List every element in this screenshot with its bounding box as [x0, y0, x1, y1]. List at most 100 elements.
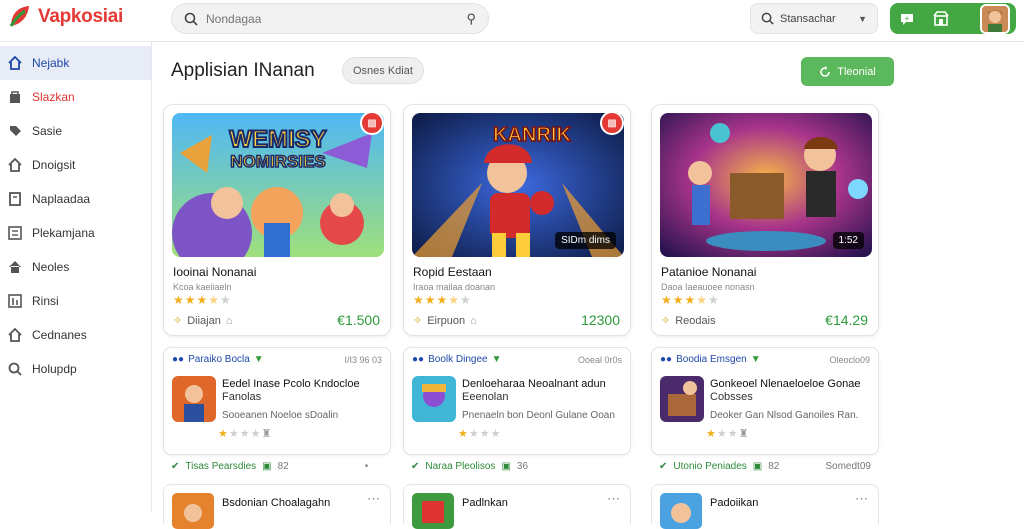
ticket-icon: ▩ — [607, 117, 617, 129]
group-icon: ●● — [412, 354, 425, 365]
footer-label: Naraa Pleolisos — [425, 461, 496, 472]
search-input[interactable] — [206, 11, 459, 26]
verified-icon: ▼ — [253, 354, 264, 365]
footer-label: Utonio Peniades — [673, 461, 747, 472]
list-item[interactable]: ●● Boolk Dingee ▼ Ooeal 0r0s Denloeharaa N… — [403, 347, 631, 455]
list-header-label: Paraiko Bocla — [188, 354, 250, 365]
sidebar-item-home[interactable]: Nejabk — [0, 46, 151, 80]
avatar[interactable] — [980, 3, 1010, 34]
sidebar-item-gifts[interactable]: Dnoigsit — [0, 148, 151, 182]
list-footer[interactable]: ✔ Naraa Pleolisos ▣ 36 — [411, 461, 528, 472]
app-price: €1.500 — [337, 312, 380, 328]
footer-label: Tisas Pearsdies — [185, 461, 257, 472]
sidebar-item-label: Rinsi — [32, 294, 59, 308]
list-item[interactable]: Padoiikan ⋯ — [651, 484, 879, 529]
list-meta: Ooeal 0r0s — [577, 355, 622, 365]
rating-stars: ★★★★ — [458, 428, 502, 440]
rating-stars: ★★★★★ — [173, 293, 232, 307]
search-bar[interactable]: ⚲ — [171, 3, 489, 34]
list-footer[interactable]: ✔ Utonio Peniades ▣ 82 Somedt09 — [659, 461, 871, 472]
store-icon — [933, 10, 949, 26]
featured-card[interactable]: WEMISY NOMIRSIES ▩ Iooinai Nonanai Kcoa … — [163, 104, 391, 336]
list-header-label: Boolk Dingee — [428, 354, 488, 365]
footer-count: 36 — [516, 461, 529, 472]
list-header: ●● Boodia Emsgen ▼ — [660, 354, 761, 365]
list-title-text: Gonkeoel Nlenaeloeloe Gonae — [710, 378, 861, 390]
app-thumbnail — [172, 493, 214, 529]
rating-stars: ★★★★♜ — [218, 428, 273, 440]
list-item[interactable]: ●● Boodia Emsgen ▼ Oleoclo09 Gonkeoel Nlen… — [651, 347, 879, 455]
sidebar-item-store[interactable]: Slazkan — [0, 80, 151, 114]
chat-button[interactable]: + — [896, 8, 918, 30]
sidebar-item-bookmarks[interactable]: Naplaadaa — [0, 182, 151, 216]
sidebar-item-label: Cednanes — [32, 328, 87, 342]
app-thumbnail — [172, 376, 216, 422]
voice-search-icon[interactable]: ⚲ — [466, 11, 476, 27]
list-item[interactable]: ●● Paraiko Bocla ▼ I/I3 96 03 Eedel Inase … — [163, 347, 391, 455]
settings-icon — [8, 328, 22, 342]
app-thumbnail — [412, 493, 454, 529]
group-icon: ●● — [172, 354, 185, 365]
hot-badge: ▩ — [360, 111, 384, 135]
list-title: Denloeharaa Neoalnant adun Eeenolan — [462, 378, 622, 404]
group-icon: ●● — [660, 354, 673, 365]
hot-badge: ▩ — [600, 111, 624, 135]
featured-card[interactable]: 1:52 Patanioe Nonanai Daoa Iaeauoee nona… — [651, 104, 879, 336]
store-button[interactable] — [930, 8, 952, 30]
list-item[interactable]: Bsdonian Choalagahn ⋯ — [163, 484, 391, 529]
search-icon — [761, 12, 774, 25]
developer: ✧ Diiajan ⌂ — [173, 314, 233, 328]
lock-icon: ⌂ — [470, 314, 477, 327]
app-logo[interactable]: Vapkosiai — [8, 4, 123, 30]
art-title: KANRIK — [493, 124, 571, 146]
list-item[interactable]: Padlnkan ⋯ — [403, 484, 631, 529]
svg-text:+: + — [905, 14, 910, 23]
list-title: Padlnkan — [462, 497, 508, 509]
more-options-icon[interactable]: ⋯ — [367, 491, 380, 507]
rating-stars: ★★★♜ — [706, 428, 750, 440]
list-title-sub: Eeenolan — [462, 391, 509, 403]
sidebar-item-label: Holupdp — [32, 362, 77, 376]
tag-icon — [8, 124, 22, 138]
duration-tag: 1:52 — [832, 232, 864, 249]
home-icon — [8, 56, 22, 70]
sidebar-item-list[interactable]: Plekamjana — [0, 216, 151, 250]
app-price: 12300 — [581, 312, 620, 328]
list-title-sub: Fanolas — [222, 391, 262, 403]
footer-meta: Somedt09 — [825, 461, 871, 472]
list-desc: Pnenaeln bon Deonl Gulane Ooan — [462, 410, 615, 421]
featured-card[interactable]: KANRIK SIDm dims ▩ Ropid Eestaan Iraoa m… — [403, 104, 631, 336]
check-icon: ✔ — [171, 461, 180, 472]
sidebar-item-help[interactable]: Holupdp — [0, 352, 151, 386]
chevron-down-icon: ▼ — [858, 13, 867, 24]
page-title: Applisian INanan — [171, 60, 315, 81]
list-title: Padoiikan — [710, 497, 759, 509]
more-options-icon[interactable]: ⋯ — [855, 491, 868, 507]
sidebar-item-bag[interactable]: Neoles — [0, 250, 151, 284]
list-title: Bsdonian Choalagahn — [222, 497, 331, 509]
developer: ✧ Eirpuon ⌂ — [413, 314, 477, 328]
filter-pill[interactable]: Osnes Kdiat — [342, 57, 424, 84]
list-footer[interactable]: ✔ Tisas Pearsdies ▣ 82 • — [171, 461, 368, 472]
sidebar-item-label: Naplaadaa — [32, 192, 91, 206]
list-title: Gonkeoel Nlenaeloeloe Gonae Cobsses — [710, 378, 870, 404]
list-title-text: Denloeharaa Neoalnant adun — [462, 378, 606, 390]
sidebar: Nejabk Slazkan Sasie Dnoigsit Naplaadaa … — [0, 42, 152, 512]
sidebar-item-tags[interactable]: Sasie — [0, 114, 151, 148]
developer-name: Diiajan — [187, 314, 221, 327]
install-button[interactable]: Tleonial — [801, 57, 894, 86]
developer-badge-icon: ✧ — [413, 315, 423, 327]
app-price: €14.29 — [825, 312, 868, 328]
app-name: Patanioe Nonanai — [661, 265, 757, 279]
chevron-down-icon: • — [364, 461, 369, 472]
developer-name: Eirpuon — [427, 314, 466, 327]
sidebar-item-settings[interactable]: Cednanes — [0, 318, 151, 352]
category-search[interactable]: Stansachar ▼ — [750, 3, 878, 34]
more-options-icon[interactable]: ⋯ — [607, 491, 620, 507]
game-artwork: WEMISY NOMIRSIES — [172, 113, 384, 257]
bookmark-icon — [8, 192, 22, 206]
game-artwork: KANRIK SIDm dims — [412, 113, 624, 257]
sidebar-item-charts[interactable]: Rinsi — [0, 284, 151, 318]
thumb-icon: ♜ — [261, 428, 273, 440]
main-content: Applisian INanan Osnes Kdiat Tleonial WE… — [152, 42, 1024, 529]
